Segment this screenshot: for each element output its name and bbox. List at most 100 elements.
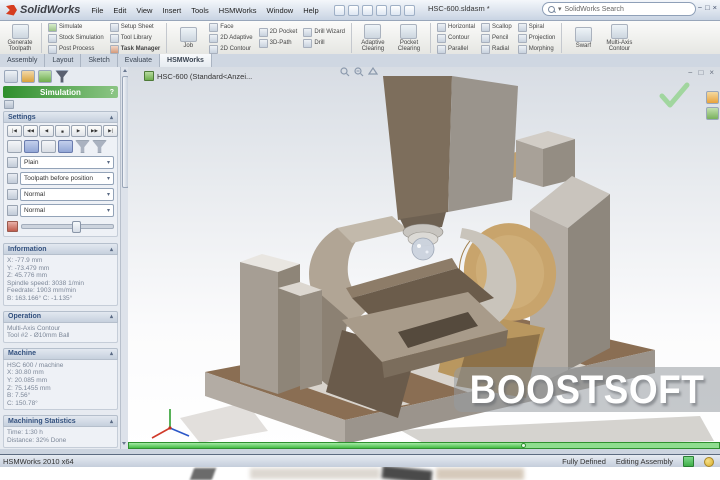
information-section-header[interactable]: Information ▴ xyxy=(3,243,118,255)
menu-edit[interactable]: Edit xyxy=(108,3,131,18)
radial-button[interactable]: Radial xyxy=(481,44,512,54)
scallop-button[interactable]: Scallop xyxy=(481,22,512,32)
skip-start-button[interactable]: |◀ xyxy=(7,125,22,137)
2d-contour-button[interactable]: 2D Contour xyxy=(209,44,252,54)
tab-evaluate[interactable]: Evaluate xyxy=(118,54,161,67)
maximize-button[interactable]: □ xyxy=(705,3,710,12)
scroll-down-icon[interactable] xyxy=(122,442,126,445)
2d-adaptive-button[interactable]: 2D Adaptive xyxy=(209,33,253,43)
drill-button[interactable]: Drill xyxy=(303,39,345,48)
collapse-icon[interactable]: ▴ xyxy=(110,246,113,253)
timeline-handle[interactable] xyxy=(521,443,527,448)
rewind-button[interactable]: ◀◀ xyxy=(23,125,38,137)
toolpath-mode-select[interactable]: Toolpath before position ▾ xyxy=(20,172,114,185)
filter-toggle-1[interactable] xyxy=(75,140,90,153)
design-tree-icon[interactable] xyxy=(4,70,18,83)
stop-button[interactable]: ■ xyxy=(55,125,70,137)
operation-section-header[interactable]: Operation ▴ xyxy=(3,310,118,323)
face-button[interactable]: Face xyxy=(209,22,252,32)
zoom-fit-icon[interactable] xyxy=(340,67,350,77)
skip-end-button[interactable]: ▶| xyxy=(103,125,118,137)
menu-file[interactable]: File xyxy=(86,3,108,18)
collapse-icon[interactable]: ▴ xyxy=(110,350,113,357)
menu-window[interactable]: Window xyxy=(262,3,299,18)
tab-hsmworks[interactable]: HSMWorks xyxy=(160,54,212,67)
menu-tools[interactable]: Tools xyxy=(186,3,214,18)
tool-library-button[interactable]: Tool Library xyxy=(109,33,161,43)
horizontal-button[interactable]: Horizontal xyxy=(436,22,475,32)
filter-icon[interactable] xyxy=(55,70,69,83)
save-icon[interactable] xyxy=(361,4,373,16)
feature-tree-item[interactable]: HSC-600 (Standard<Anzei... xyxy=(144,71,252,81)
quick-tips-icon[interactable] xyxy=(704,456,714,467)
search-chevron-icon[interactable]: ▾ xyxy=(558,5,562,13)
simulate-button[interactable]: Simulate xyxy=(48,22,104,32)
toolpath-toggle[interactable] xyxy=(58,140,73,153)
hsmworks-panel-icon[interactable] xyxy=(38,70,52,83)
parallel-button[interactable]: Parallel xyxy=(436,44,475,54)
machine-section-header[interactable]: Machine ▴ xyxy=(3,347,118,360)
search-input[interactable]: SolidWorks Search xyxy=(565,6,624,13)
simulation-timeline[interactable] xyxy=(128,442,720,449)
panel-scrollbar[interactable] xyxy=(120,67,128,449)
tool-display-select[interactable]: Normal ▾ xyxy=(20,204,114,217)
collapse-icon[interactable]: ▴ xyxy=(110,313,113,320)
drill-wizard-button[interactable]: Drill Wizard xyxy=(303,28,345,37)
fast-forward-button[interactable]: ▶▶ xyxy=(87,125,102,137)
adaptive-clearing-button[interactable]: Adaptive Clearing xyxy=(355,21,391,55)
speed-slider-handle[interactable] xyxy=(71,221,81,233)
menu-insert[interactable]: Insert xyxy=(157,3,186,18)
setup-sheet-button[interactable]: Setup Sheet xyxy=(109,22,161,32)
sheet-status-icon[interactable] xyxy=(683,456,694,467)
play-button[interactable]: ▶ xyxy=(71,125,86,137)
new-icon[interactable] xyxy=(333,4,345,16)
multi-axis-contour-button[interactable]: Multi-Axis Contour xyxy=(601,21,637,55)
open-icon[interactable] xyxy=(347,4,359,16)
menu-help[interactable]: Help xyxy=(298,3,323,18)
post-process-button[interactable]: Post Process xyxy=(48,44,104,54)
stock-simulation-button[interactable]: Stock Simulation xyxy=(48,33,104,43)
minimize-button[interactable]: − xyxy=(698,3,702,12)
stock-mode-select[interactable]: Plain ▾ xyxy=(20,156,114,169)
print-icon[interactable] xyxy=(375,4,387,16)
rotate-view-icon[interactable] xyxy=(368,67,378,77)
settings-section-header[interactable]: Settings ▴ xyxy=(3,111,118,123)
stock-toggle[interactable] xyxy=(7,140,22,153)
graphics-viewport[interactable]: HSC-600 (Standard<Anzei... − □ × BOOSTSO… xyxy=(128,67,720,449)
scroll-up-icon[interactable] xyxy=(122,69,127,72)
machine-toggle[interactable] xyxy=(41,140,56,153)
undo-icon[interactable] xyxy=(389,4,401,16)
toolbox-icon[interactable] xyxy=(706,107,719,120)
zoom-area-icon[interactable] xyxy=(354,67,364,77)
3d-path-button[interactable]: 3D-Path xyxy=(258,39,298,48)
step-back-button[interactable]: ◀ xyxy=(39,125,54,137)
collapse-icon[interactable]: ▴ xyxy=(110,418,113,425)
2d-pocket-button[interactable]: 2D Pocket xyxy=(258,28,297,37)
doc-minimize-button[interactable]: − xyxy=(688,68,693,77)
stock-display-select[interactable]: Normal ▾ xyxy=(20,188,114,201)
menu-view[interactable]: View xyxy=(131,3,157,18)
close-button[interactable]: × xyxy=(713,3,717,12)
speed-slider[interactable] xyxy=(21,221,114,233)
spiral-button[interactable]: Spiral xyxy=(517,22,556,32)
resources-icon[interactable] xyxy=(706,91,719,104)
tool-toggle[interactable] xyxy=(24,140,39,153)
pocket-clearing-button[interactable]: Pocket Clearing xyxy=(391,21,427,55)
tab-layout[interactable]: Layout xyxy=(45,54,82,67)
collapse-icon[interactable]: ▴ xyxy=(110,114,113,121)
doc-close-button[interactable]: × xyxy=(709,68,714,77)
display-settings-icon[interactable] xyxy=(21,70,35,83)
projection-button[interactable]: Projection xyxy=(517,33,555,43)
rebuild-icon[interactable] xyxy=(403,4,415,16)
job-button[interactable]: Job xyxy=(170,21,206,55)
search-box[interactable]: ▾ SolidWorks Search xyxy=(542,2,696,16)
swarf-button[interactable]: Swarf xyxy=(565,21,601,55)
contour-button[interactable]: Contour xyxy=(436,33,475,43)
morphing-button[interactable]: Morphing xyxy=(517,44,556,54)
pencil-button[interactable]: Pencil xyxy=(481,33,512,43)
tab-sketch[interactable]: Sketch xyxy=(81,54,118,67)
tab-assembly[interactable]: Assembly xyxy=(0,54,46,67)
machining-statistics-header[interactable]: Machining Statistics ▴ xyxy=(3,415,118,428)
help-icon[interactable]: ? xyxy=(110,89,114,96)
filter-toggle-2[interactable] xyxy=(92,140,107,153)
